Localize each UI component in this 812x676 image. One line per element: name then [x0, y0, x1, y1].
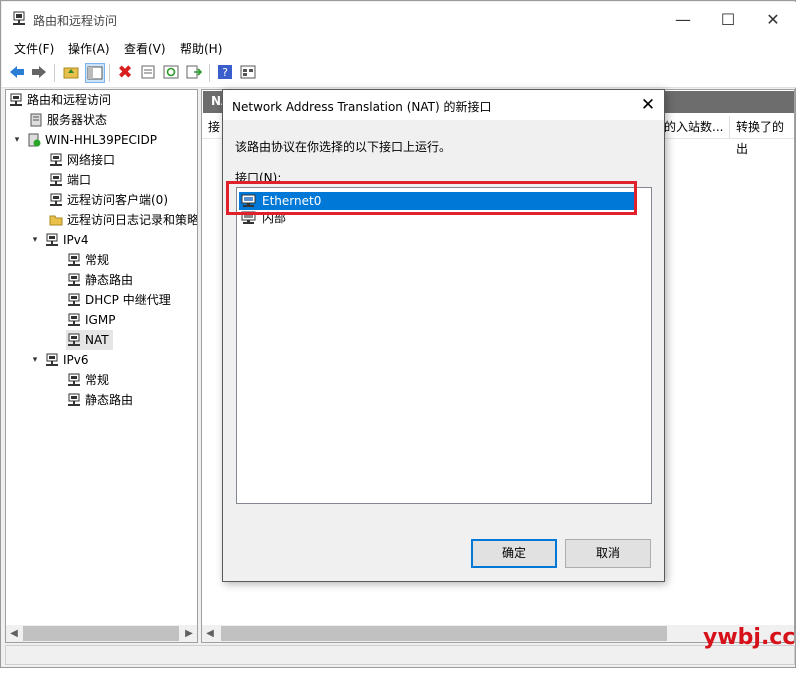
tree-item-ipv4[interactable]: ▾ IPv4: [30, 230, 89, 250]
up-folder-icon[interactable]: [62, 63, 80, 81]
router-icon: [66, 313, 81, 327]
router-icon: [44, 233, 59, 247]
tree-item-label: 网络接口: [67, 153, 116, 167]
tree-item-label: IPv4: [63, 233, 89, 247]
close-button[interactable]: ✕: [758, 10, 788, 30]
annotation-highlight-box: [226, 181, 637, 215]
toolbar-separator: [109, 64, 110, 82]
tree-item-nat[interactable]: NAT: [66, 330, 113, 350]
router-icon: [66, 373, 81, 387]
server-icon: [28, 113, 43, 127]
tree-item-label: 远程访问客户端(0): [67, 193, 168, 207]
chevron-down-icon[interactable]: ▾: [12, 130, 22, 150]
column-header-translated[interactable]: 转换了的出: [730, 116, 794, 156]
router-icon: [44, 353, 59, 367]
tree-item-server-status[interactable]: 服务器状态: [28, 110, 107, 130]
tree-item-label: DHCP 中继代理: [85, 293, 171, 307]
router-icon: [66, 393, 81, 407]
dialog-title-bar: Network Address Translation (NAT) 的新接口 ✕: [223, 90, 664, 120]
menu-bar: 文件(F) 操作(A) 查看(V) 帮助(H): [2, 37, 796, 59]
tree-horizontal-scrollbar[interactable]: ◀ ▶: [6, 625, 197, 642]
title-bar: 路由和远程访问 — ☐ ✕: [2, 2, 796, 37]
console-tree-icon[interactable]: [85, 63, 105, 83]
tree-item-ipv6-static-routes[interactable]: 静态路由: [66, 390, 133, 410]
toolbar-separator: [54, 64, 55, 82]
tree-item-root[interactable]: 路由和远程访问: [8, 90, 111, 110]
chevron-down-icon[interactable]: ▾: [30, 350, 40, 370]
router-icon: [48, 193, 63, 207]
back-icon[interactable]: [8, 63, 26, 81]
router-icon: [48, 173, 63, 187]
tree-item-ipv4-general[interactable]: 常规: [66, 250, 109, 270]
export-icon[interactable]: [185, 63, 203, 81]
router-icon: [8, 93, 23, 107]
router-icon: [66, 253, 81, 267]
tree-item-ipv6[interactable]: ▾ IPv6: [30, 350, 89, 370]
router-icon: [66, 273, 81, 287]
tree-item-network-interfaces[interactable]: 网络接口: [48, 150, 115, 170]
view-icon[interactable]: [239, 63, 257, 81]
watermark-text: ywbj.cc: [703, 625, 796, 650]
folder-icon: [48, 213, 63, 227]
interface-list[interactable]: Ethernet0 内部: [236, 187, 652, 504]
help-icon[interactable]: ?: [216, 63, 234, 81]
toolbar: ✖ ?: [2, 59, 796, 88]
tree-item-label: NAT: [85, 333, 109, 347]
toolbar-separator: [209, 64, 210, 82]
menu-action[interactable]: 操作(A): [68, 40, 110, 57]
scroll-left-icon[interactable]: ◀: [202, 625, 218, 642]
router-icon: [66, 333, 81, 347]
delete-icon[interactable]: ✖: [116, 62, 134, 83]
minimize-button[interactable]: —: [668, 10, 698, 30]
tree-item-ports[interactable]: 端口: [48, 170, 91, 190]
window-title: 路由和远程访问: [33, 14, 118, 28]
dialog-description: 该路由协议在你选择的以下接口上运行。: [235, 140, 452, 154]
tree-item-label: 静态路由: [85, 273, 134, 287]
dialog-title: Network Address Translation (NAT) 的新接口: [232, 100, 492, 114]
refresh-icon[interactable]: [162, 63, 180, 81]
menu-view[interactable]: 查看(V): [124, 40, 166, 57]
tree-item-dhcp-relay[interactable]: DHCP 中继代理: [66, 290, 171, 310]
forward-icon[interactable]: [30, 63, 48, 81]
status-bar: [5, 645, 795, 665]
router-icon: [48, 153, 63, 167]
tree-item-logging-policy[interactable]: 远程访问日志记录和策略: [48, 210, 198, 230]
ok-button[interactable]: 确定: [471, 539, 557, 568]
app-icon: [11, 11, 27, 30]
nat-new-interface-dialog: Network Address Translation (NAT) 的新接口 ✕…: [222, 89, 665, 582]
tree-item-label: WIN-HHL39PECIDP: [45, 133, 157, 147]
properties-icon[interactable]: [139, 63, 157, 81]
console-tree: 路由和远程访问 服务器状态 ▾ WIN-HHL39PECIDP 网络接口 端口 …: [5, 89, 198, 643]
scrollbar-thumb[interactable]: [221, 626, 667, 641]
tree-item-server[interactable]: ▾ WIN-HHL39PECIDP: [12, 130, 157, 150]
tree-item-ipv6-general[interactable]: 常规: [66, 370, 109, 390]
tree-item-label: 静态路由: [85, 393, 134, 407]
column-header-inbound[interactable]: 的入站数...: [658, 116, 730, 138]
tree-item-remote-clients[interactable]: 远程访问客户端(0): [48, 190, 168, 210]
tree-item-label: IPv6: [63, 353, 89, 367]
tree-item-label: 远程访问日志记录和策略: [67, 213, 198, 227]
tree-item-label: 常规: [85, 373, 110, 387]
background-window-edge: [795, 74, 812, 676]
maximize-button[interactable]: ☐: [713, 10, 743, 30]
tree-item-label: IGMP: [85, 313, 116, 327]
cancel-button[interactable]: 取消: [565, 539, 651, 568]
tree-item-label: 服务器状态: [47, 113, 108, 127]
tree-item-label: 路由和远程访问: [27, 93, 112, 107]
server-status-icon: [26, 133, 41, 147]
scroll-right-icon[interactable]: ▶: [181, 625, 197, 642]
chevron-down-icon[interactable]: ▾: [30, 230, 40, 250]
dialog-close-icon[interactable]: ✕: [635, 93, 661, 117]
svg-text:?: ?: [222, 66, 228, 79]
tree-item-label: 端口: [67, 173, 92, 187]
menu-file[interactable]: 文件(F): [14, 40, 54, 57]
tree-item-ipv4-static-routes[interactable]: 静态路由: [66, 270, 133, 290]
tree-item-label: 常规: [85, 253, 110, 267]
tree-item-igmp[interactable]: IGMP: [66, 310, 115, 330]
scroll-left-icon[interactable]: ◀: [6, 625, 22, 642]
scrollbar-thumb[interactable]: [23, 626, 179, 641]
menu-help[interactable]: 帮助(H): [180, 40, 222, 57]
router-icon: [66, 293, 81, 307]
